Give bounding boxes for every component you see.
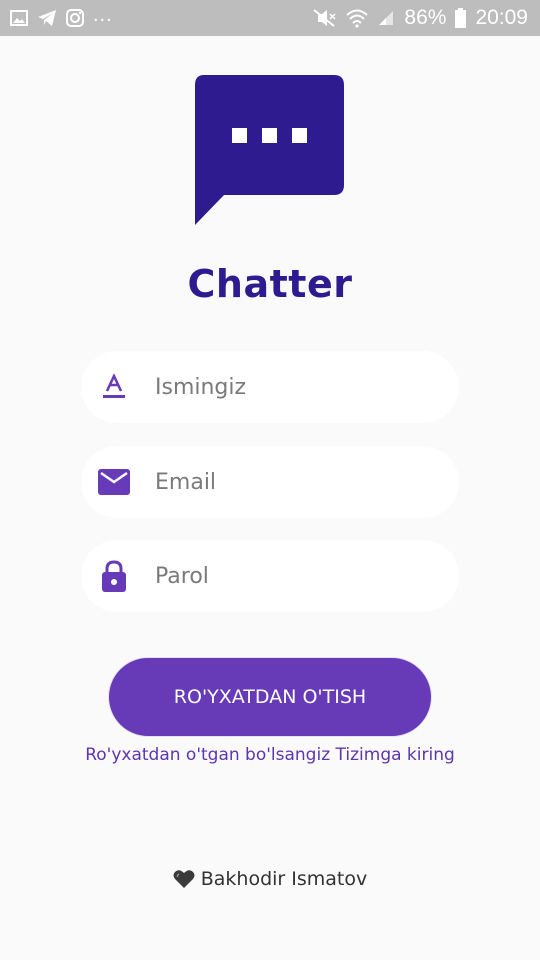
app-title: Chatter <box>187 262 353 306</box>
lock-icon <box>97 559 131 593</box>
battery-percent: 86% <box>404 6 447 29</box>
name-input[interactable] <box>155 367 435 407</box>
password-field[interactable] <box>81 540 459 612</box>
email-field[interactable] <box>81 446 459 518</box>
wifi-icon <box>346 8 369 28</box>
text-format-icon <box>97 370 131 404</box>
signal-icon <box>377 9 395 27</box>
status-bar: ... 86% 20:09 <box>0 0 540 36</box>
chat-bubble-icon <box>195 75 344 225</box>
login-link[interactable]: Ro'yxatdan o'tgan bo'lsangiz Tizimga kir… <box>0 745 540 765</box>
email-input[interactable] <box>155 462 435 502</box>
image-icon <box>10 10 28 26</box>
register-screen: ... 86% 20:09 Chatter Ismingiz Email RO'… <box>0 0 540 960</box>
instagram-icon <box>66 9 84 27</box>
more-notifications: ... <box>93 3 113 26</box>
password-input[interactable] <box>155 556 435 596</box>
status-bar-left: ... <box>10 4 113 27</box>
name-field[interactable] <box>81 351 459 423</box>
mail-icon <box>97 465 131 499</box>
footer-author: Bakhodir Ismatov <box>200 868 368 890</box>
status-bar-right: 86% 20:09 <box>311 6 528 30</box>
register-button[interactable]: RO'YXATDAN O'TISH <box>108 657 432 737</box>
battery-icon <box>455 8 467 28</box>
heart-icon <box>173 870 195 888</box>
clock: 20:09 <box>475 6 528 29</box>
footer-credit: Bakhodir Ismatov <box>0 868 540 890</box>
telegram-icon <box>37 9 57 27</box>
mute-icon <box>311 8 337 28</box>
register-button-label: RO'YXATDAN O'TISH <box>173 686 367 708</box>
